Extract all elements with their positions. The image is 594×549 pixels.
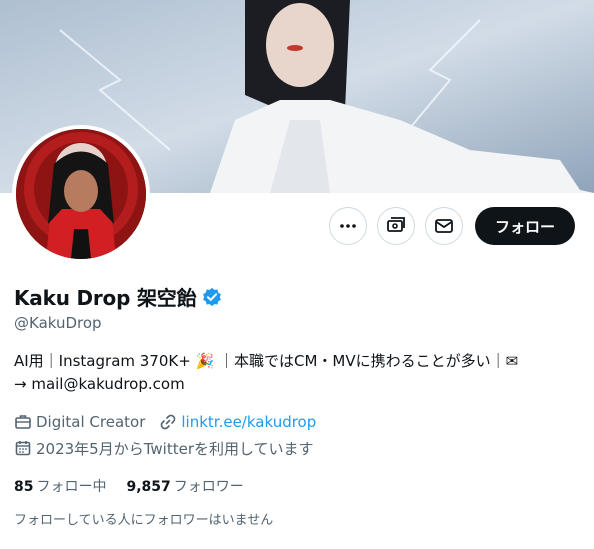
following-stat[interactable]: 85 フォロー中 xyxy=(14,476,106,496)
briefcase-icon xyxy=(15,415,31,429)
website-item: linktr.ee/kakudrop xyxy=(159,413,316,431)
website-link[interactable]: linktr.ee/kakudrop xyxy=(181,413,316,431)
profile-meta: Digital Creator linktr.ee/kakudrop 2023年… xyxy=(14,410,330,462)
message-button[interactable] xyxy=(424,207,463,245)
followers-count: 9,857 xyxy=(126,479,171,495)
avatar[interactable] xyxy=(12,125,150,263)
money-icon xyxy=(387,217,405,232)
mutual-followers-text: フォローしている人にフォロワーはいません xyxy=(14,513,274,528)
display-name: Kaku Drop 架空飴 xyxy=(14,286,197,310)
category-label: Digital Creator xyxy=(36,413,146,431)
follow-button[interactable]: フォロー xyxy=(474,207,575,245)
bio-line: → mail@kakudrop.com xyxy=(14,375,185,393)
more-dots-icon xyxy=(340,224,356,228)
following-label: フォロー中 xyxy=(36,479,107,495)
followers-label: フォロワー xyxy=(173,479,244,495)
avatar-image xyxy=(16,129,146,259)
profile-bio: AI用｜Instagram 370K+ 🎉 ｜本職ではCM・MVに携わることが多… xyxy=(14,350,579,396)
following-count: 85 xyxy=(14,479,34,495)
more-button[interactable] xyxy=(328,207,367,245)
name-row: Kaku Drop 架空飴 xyxy=(14,282,222,311)
joined-date: 2023年5月からTwitterを利用しています xyxy=(36,439,314,458)
bio-line: AI用｜Instagram 370K+ 🎉 ｜本職ではCM・MVに携わることが多… xyxy=(14,352,519,370)
link-icon xyxy=(161,414,176,430)
profile-stats: 85 フォロー中 9,857 フォロワー xyxy=(14,476,244,496)
calendar-icon xyxy=(15,441,31,456)
verified-badge-icon[interactable] xyxy=(202,287,222,307)
followers-stat[interactable]: 9,857 フォロワー xyxy=(126,476,243,496)
joined-item: 2023年5月からTwitterを利用しています xyxy=(14,438,314,459)
user-handle: @KakuDrop xyxy=(14,314,102,332)
profile-actions: フォロー xyxy=(328,207,575,245)
envelope-icon xyxy=(435,219,453,233)
subscribe-button[interactable] xyxy=(376,207,415,245)
category-item: Digital Creator xyxy=(14,413,145,431)
